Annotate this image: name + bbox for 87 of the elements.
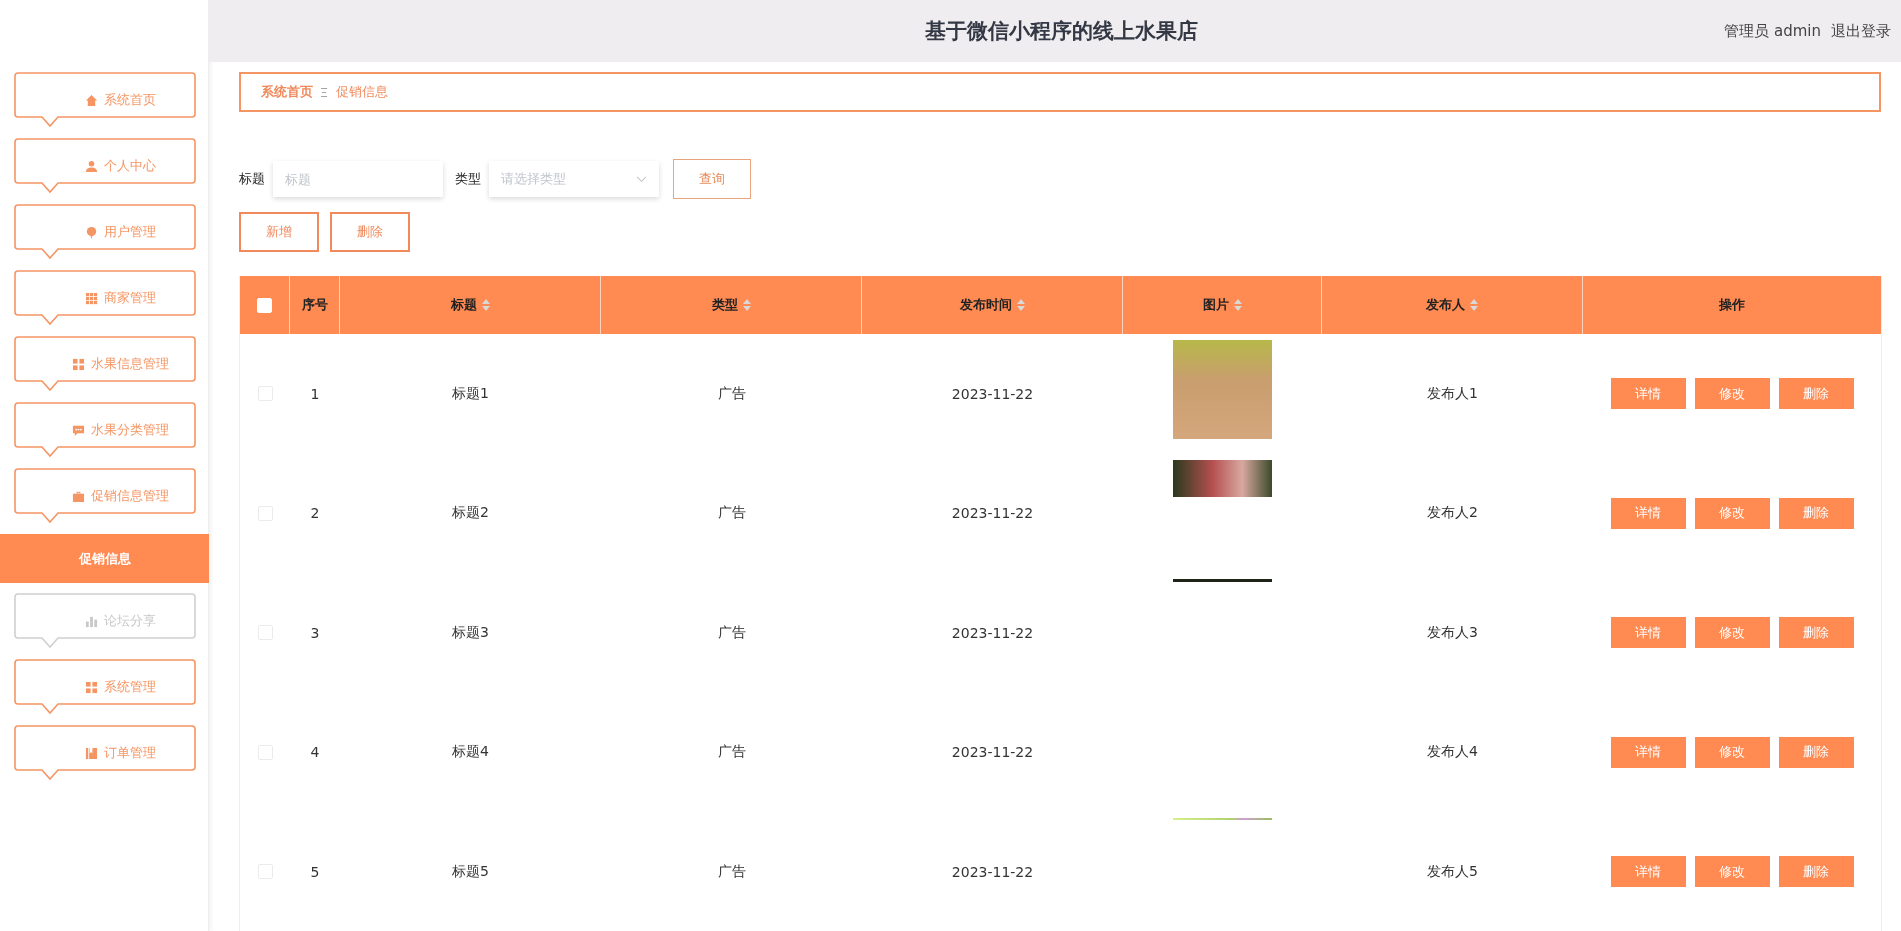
chat-icon xyxy=(71,423,85,437)
table-cell: 发布人3 xyxy=(1427,623,1478,642)
row-action-button[interactable]: 详情 xyxy=(1610,378,1686,410)
table-cell: 标题5 xyxy=(452,862,489,881)
user-label: 管理员 admin xyxy=(1724,21,1821,41)
table-cell: 2023-11-22 xyxy=(951,505,1034,522)
sidebar-item[interactable]: 商家管理 xyxy=(14,270,196,326)
user-icon xyxy=(84,159,98,173)
book-icon xyxy=(84,746,98,760)
sort-icon[interactable] xyxy=(1016,299,1025,311)
briefcase-icon xyxy=(71,489,85,503)
sort-icon[interactable] xyxy=(481,299,490,311)
column-header: 标题 xyxy=(450,296,477,314)
select-all-checkbox[interactable] xyxy=(257,297,272,313)
row-action-button[interactable]: 修改 xyxy=(1694,497,1770,529)
grid-icon xyxy=(84,291,98,305)
sort-icon[interactable] xyxy=(742,299,751,311)
separator-icon xyxy=(321,86,328,98)
search-button[interactable]: 查询 xyxy=(673,159,751,199)
table-cell: 发布人4 xyxy=(1427,743,1478,762)
row-action-button[interactable]: 详情 xyxy=(1610,617,1686,649)
app-title: 基于微信小程序的线上水果店 xyxy=(924,18,1200,45)
row-action-button[interactable]: 删除 xyxy=(1778,856,1854,888)
table-cell: 发布人2 xyxy=(1427,504,1478,523)
sidebar-item[interactable]: 水果分类管理 xyxy=(14,402,196,458)
grid-icon xyxy=(71,357,85,371)
action-button[interactable]: 新增 xyxy=(239,212,319,252)
table-cell: 5 xyxy=(310,863,320,880)
home-icon xyxy=(84,93,98,107)
balloon-icon xyxy=(84,225,98,239)
field-label: 类型 xyxy=(455,170,481,188)
table-cell: 广告 xyxy=(717,743,746,762)
column-header: 发布人 xyxy=(1426,296,1465,314)
chevron-down-icon xyxy=(636,175,647,183)
column-header: 序号 xyxy=(301,296,328,314)
bar-chart-icon xyxy=(84,614,98,628)
row-action-button[interactable]: 删除 xyxy=(1778,736,1854,768)
table-cell: 2023-11-22 xyxy=(951,385,1034,402)
table-cell: 2023-11-22 xyxy=(951,863,1034,880)
sidebar-item[interactable]: 个人中心 xyxy=(14,138,196,194)
table-cell: 2023-11-22 xyxy=(951,624,1034,641)
column-header: 发布时间 xyxy=(959,296,1012,314)
row-action-button[interactable]: 删除 xyxy=(1778,497,1854,529)
table-cell: 2023-11-22 xyxy=(951,744,1034,761)
table-cell: 3 xyxy=(310,624,320,641)
table-cell: 标题4 xyxy=(452,743,489,762)
table-cell: 广告 xyxy=(717,862,746,881)
row-action-button[interactable]: 详情 xyxy=(1610,497,1686,529)
table-cell: 发布人1 xyxy=(1427,384,1478,403)
row-action-button[interactable]: 详情 xyxy=(1610,856,1686,888)
sidebar-item[interactable]: 系统管理 xyxy=(14,659,196,715)
title-input-field[interactable]: 标题 xyxy=(273,161,443,197)
row-action-button[interactable]: 删除 xyxy=(1778,617,1854,649)
table-cell: 1 xyxy=(310,385,320,402)
sidebar-subitem[interactable]: 促销信息 xyxy=(0,534,209,583)
breadcrumb-link[interactable]: 促销信息 xyxy=(336,83,388,101)
sort-icon[interactable] xyxy=(1470,299,1478,311)
table-cell: 标题1 xyxy=(452,384,489,403)
sort-icon[interactable] xyxy=(1233,299,1242,311)
row-action-button[interactable]: 修改 xyxy=(1694,378,1770,410)
row-action-button[interactable]: 删除 xyxy=(1778,378,1854,410)
table-cell: 发布人5 xyxy=(1427,862,1478,881)
sidebar-item[interactable]: 系统首页 xyxy=(14,72,196,128)
sidebar-item[interactable]: 促销信息管理 xyxy=(14,468,196,524)
sidebar-item[interactable]: 订单管理 xyxy=(14,725,196,781)
table-cell: 广告 xyxy=(717,623,746,642)
action-button[interactable]: 删除 xyxy=(330,212,410,252)
table-cell: 2 xyxy=(310,505,320,522)
row-action-button[interactable]: 修改 xyxy=(1694,617,1770,649)
table-cell: 4 xyxy=(310,744,320,761)
field-label: 标题 xyxy=(239,170,265,188)
column-header: 操作 xyxy=(1719,296,1745,314)
grid-icon xyxy=(84,680,98,694)
sidebar-item[interactable]: 用户管理 xyxy=(14,204,196,260)
column-header: 图片 xyxy=(1202,296,1229,314)
logout-link[interactable]: 退出登录 xyxy=(1831,21,1891,41)
sidebar-item[interactable]: 水果信息管理 xyxy=(14,336,196,392)
type-select-field[interactable]: 请选择类型 xyxy=(489,161,659,197)
table-cell: 广告 xyxy=(717,384,746,403)
table-cell: 广告 xyxy=(717,504,746,523)
row-action-button[interactable]: 详情 xyxy=(1610,736,1686,768)
table-cell: 标题2 xyxy=(452,504,489,523)
breadcrumb-link[interactable]: 系统首页 xyxy=(261,83,313,101)
column-header: 类型 xyxy=(711,296,738,314)
row-action-button[interactable]: 修改 xyxy=(1694,736,1770,768)
row-action-button[interactable]: 修改 xyxy=(1694,856,1770,888)
table-cell: 标题3 xyxy=(452,623,489,642)
